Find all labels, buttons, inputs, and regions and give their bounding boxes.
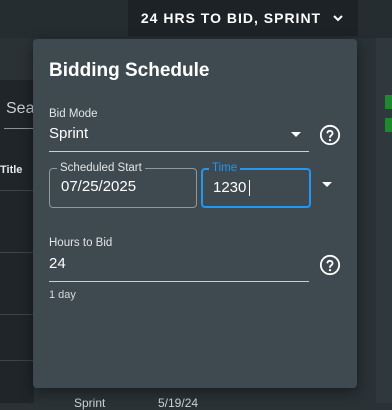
triangle-down-icon[interactable] [322,182,332,187]
bid-type-dropdown[interactable]: 24 HRS TO BID, SPRINT [128,0,358,36]
background-row-date: 5/19/24 [158,396,199,410]
hours-to-bid-label: Hours to Bid [49,237,113,249]
bid-mode-label: Bid Mode [49,108,98,120]
title-column-header[interactable]: Title [0,164,22,176]
text-cursor [249,180,250,196]
status-indicator [385,118,392,132]
top-bar: 24 HRS TO BID, SPRINT [0,0,392,38]
hours-to-bid-value[interactable]: 24 [49,255,66,272]
time-field[interactable]: 1230 [201,168,311,208]
bid-mode-value[interactable]: Sprint [49,125,88,142]
bid-type-dropdown-label: 24 HRS TO BID, SPRINT [140,10,322,26]
background-row-mode: Sprint [74,396,106,410]
time-label: Time [209,162,241,174]
scheduled-start-field[interactable]: 07/25/2025 [49,168,197,208]
triangle-down-icon[interactable] [291,132,301,137]
scheduled-start-label: Scheduled Start [57,162,145,174]
scheduled-start-value[interactable]: 07/25/2025 [61,178,136,195]
hours-to-bid-underline [49,281,309,282]
chevron-down-icon [333,15,343,22]
help-circle-icon[interactable] [319,124,341,146]
background-right-panel [376,38,392,403]
help-circle-icon[interactable] [319,254,341,276]
status-indicator [385,95,392,109]
background-table: Search Title [0,80,57,403]
dialog-title: Bidding Schedule [49,60,210,81]
hours-to-bid-helper: 1 day [49,289,76,301]
bid-mode-underline [49,151,309,152]
bidding-schedule-dialog: Bidding Schedule Bid Mode Sprint 07/25/2… [33,39,357,388]
time-value[interactable]: 1230 [213,179,246,196]
